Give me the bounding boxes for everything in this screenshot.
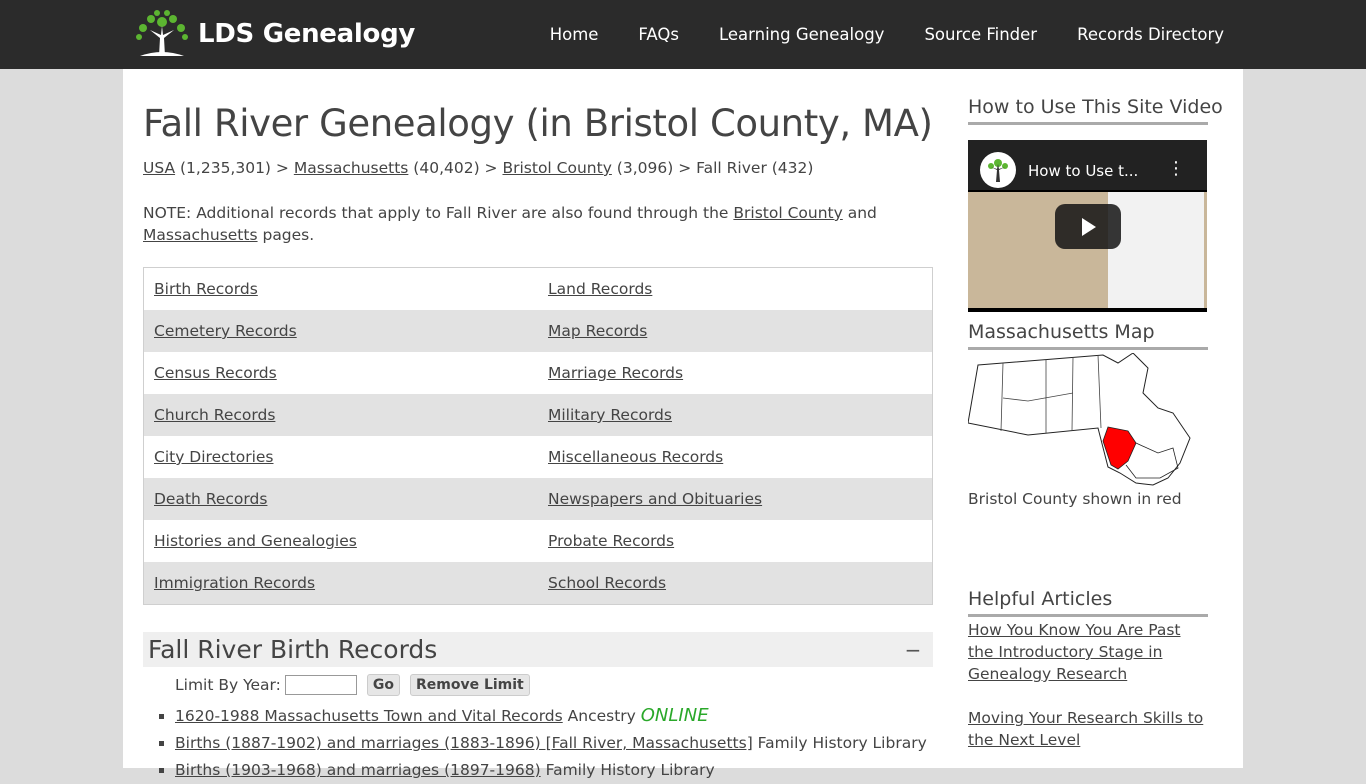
record-link-probate[interactable]: Probate Records [548, 532, 674, 550]
play-icon [1082, 217, 1096, 236]
nav-source-finder[interactable]: Source Finder [924, 25, 1037, 44]
limit-label: Limit By Year: [175, 676, 281, 694]
breadcrumb: USA (1,235,301) > Massachusetts (40,402)… [143, 159, 813, 177]
note-text: NOTE: Additional records that apply to F… [143, 202, 903, 246]
page-title: Fall River Genealogy (in Bristol County,… [143, 102, 933, 145]
breadcrumb-ma-count: (40,402) > [408, 159, 503, 177]
logo-text: LDS Genealogy [198, 19, 416, 49]
table-row: Church Records Military Records [144, 394, 932, 436]
record-link-histories[interactable]: Histories and Genealogies [154, 532, 357, 550]
table-row: Cemetery Records Map Records [144, 310, 932, 352]
record-link-death[interactable]: Death Records [154, 490, 267, 508]
record-item-link[interactable]: Births (1903-1968) and marriages (1897-1… [175, 761, 541, 779]
content-page: Fall River Genealogy (in Bristol County,… [123, 69, 1243, 779]
tree-logo-icon [136, 10, 188, 56]
collapse-minus-icon[interactable]: − [899, 638, 927, 662]
nav-faqs[interactable]: FAQs [638, 25, 679, 44]
breadcrumb-current: Fall River (432) [696, 159, 814, 177]
record-types-table: Birth Records Land Records Cemetery Reco… [143, 267, 933, 605]
record-link-marriage[interactable]: Marriage Records [548, 364, 683, 382]
more-options-icon[interactable]: ⋮ [1167, 158, 1185, 179]
massachusetts-map [968, 353, 1191, 486]
list-item: 1620-1988 Massachusetts Town and Vital R… [175, 703, 927, 730]
table-row: Histories and Genealogies Probate Record… [144, 520, 932, 562]
note-suffix: pages. [257, 226, 315, 244]
video-title: How to Use t... [1028, 162, 1139, 180]
record-link-immigration[interactable]: Immigration Records [154, 574, 315, 592]
list-item: Births (1887-1902) and marriages (1883-1… [175, 730, 927, 757]
record-link-birth[interactable]: Birth Records [154, 280, 258, 298]
article-link[interactable]: Moving Your Research Skills to the Next … [968, 707, 1208, 751]
note-mid: and [842, 204, 877, 222]
birth-records-section-header[interactable]: Fall River Birth Records − [143, 632, 933, 667]
note-link-bristol-county[interactable]: Bristol County [733, 204, 842, 222]
table-row: Birth Records Land Records [144, 268, 932, 310]
note-link-massachusetts[interactable]: Massachusetts [143, 226, 258, 244]
online-badge: ONLINE [640, 705, 709, 726]
map-heading: Massachusetts Map [968, 321, 1208, 350]
table-row: Death Records Newspapers and Obituaries [144, 478, 932, 520]
record-link-school[interactable]: School Records [548, 574, 666, 592]
site-logo[interactable]: LDS Genealogy [132, 8, 415, 60]
record-link-census[interactable]: Census Records [154, 364, 277, 382]
record-source: Family History Library [540, 761, 715, 779]
record-link-newspapers[interactable]: Newspapers and Obituaries [548, 490, 762, 508]
limit-by-year: Limit By Year: Go Remove Limit [175, 674, 530, 696]
table-row: City Directories Miscellaneous Records [144, 436, 932, 478]
top-nav-bar: LDS Genealogy Home FAQs Learning Genealo… [0, 0, 1366, 69]
year-input[interactable] [284, 675, 357, 695]
birth-record-list: 1620-1988 Massachusetts Town and Vital R… [143, 703, 927, 784]
article-link[interactable]: How You Know You Are Past the Introducto… [968, 619, 1208, 685]
nav-learning-genealogy[interactable]: Learning Genealogy [719, 25, 884, 44]
play-button[interactable] [1055, 204, 1121, 249]
map-caption: Bristol County shown in red [968, 490, 1182, 508]
channel-logo-icon [980, 152, 1016, 188]
breadcrumb-usa[interactable]: USA [143, 159, 175, 177]
list-item: Births (1903-1968) and marriages (1897-1… [175, 757, 927, 784]
video-document-preview [1108, 192, 1204, 308]
video-player[interactable]: How to Use t... ⋮ [968, 140, 1207, 312]
table-row: Immigration Records School Records [144, 562, 932, 604]
articles-heading: Helpful Articles [968, 588, 1208, 617]
record-link-church[interactable]: Church Records [154, 406, 275, 424]
remove-limit-button[interactable]: Remove Limit [409, 674, 530, 696]
note-prefix: NOTE: Additional records that apply to F… [143, 204, 734, 222]
record-source: Family History Library [752, 734, 927, 752]
main-nav: Home FAQs Learning Genealogy Source Find… [510, 0, 1224, 69]
breadcrumb-massachusetts[interactable]: Massachusetts [294, 159, 409, 177]
video-heading: How to Use This Site Video [968, 96, 1223, 125]
breadcrumb-county-count: (3,096) > [611, 159, 697, 177]
go-button[interactable]: Go [366, 674, 400, 696]
nav-records-directory[interactable]: Records Directory [1077, 25, 1224, 44]
breadcrumb-bristol-county[interactable]: Bristol County [502, 159, 611, 177]
section-title: Fall River Birth Records [148, 635, 438, 664]
table-row: Census Records Marriage Records [144, 352, 932, 394]
record-link-city-directories[interactable]: City Directories [154, 448, 274, 466]
record-item-link[interactable]: Births (1887-1902) and marriages (1883-1… [175, 734, 753, 752]
record-source: Ancestry [562, 707, 641, 725]
record-link-map[interactable]: Map Records [548, 322, 647, 340]
record-item-link[interactable]: 1620-1988 Massachusetts Town and Vital R… [175, 707, 563, 725]
record-link-land[interactable]: Land Records [548, 280, 652, 298]
breadcrumb-usa-count: (1,235,301) > [175, 159, 294, 177]
record-link-military[interactable]: Military Records [548, 406, 672, 424]
record-link-miscellaneous[interactable]: Miscellaneous Records [548, 448, 723, 466]
record-link-cemetery[interactable]: Cemetery Records [154, 322, 297, 340]
nav-home[interactable]: Home [550, 25, 599, 44]
